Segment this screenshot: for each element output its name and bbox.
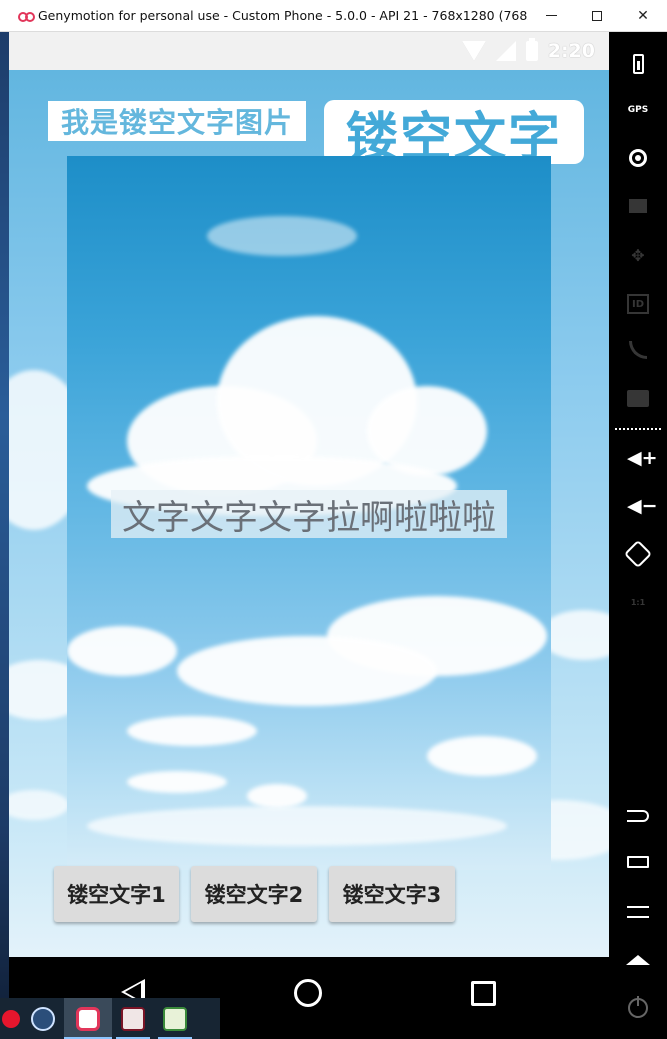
rotate-button[interactable] — [609, 534, 667, 574]
webcam-widget-button[interactable] — [609, 138, 667, 178]
wifi-icon — [462, 41, 486, 61]
menu-button[interactable] — [609, 892, 667, 932]
picture-caption: 文字文字文字拉啊啦啦啦 — [111, 490, 507, 538]
scale-icon: 1:1 — [630, 597, 646, 607]
close-icon: ✕ — [637, 7, 649, 24]
back-icon — [627, 810, 649, 822]
device-screen: 2:20 我是镂空文字图片 镂空文字 文字文字文字拉啊啦啦啦 镂空文字1 镂空文… — [9, 32, 609, 957]
volume-down-button[interactable]: ◀− — [609, 486, 667, 526]
taskbar-notepad-app[interactable] — [154, 998, 196, 1039]
gps-icon: GPS — [627, 104, 649, 115]
id-card-icon: ID — [627, 294, 649, 314]
home-icon — [626, 955, 650, 965]
back-button[interactable] — [609, 796, 667, 836]
notepad-icon — [163, 1006, 187, 1031]
genymotion-toolbar: GPS ✥ ID ◀+ ◀− 1:1 — [609, 32, 667, 1039]
window-title: Genymotion for personal use - Custom Pho… — [38, 8, 528, 23]
maximize-icon — [592, 10, 602, 21]
minimize-button[interactable] — [528, 0, 574, 32]
desktop-background — [0, 0, 9, 1039]
recent-apps-button[interactable] — [609, 842, 667, 882]
status-time: 2:20 — [547, 40, 595, 62]
genymotion-logo-icon — [18, 11, 35, 22]
hollow-text-title: 镂空文字 — [324, 100, 584, 164]
taskbar-rose-app[interactable] — [112, 998, 154, 1039]
clapperboard-icon — [629, 199, 647, 213]
battery-widget-button[interactable] — [609, 44, 667, 84]
windows-taskbar — [0, 998, 220, 1039]
hollow-text-1-button[interactable]: 镂空文字1 — [54, 866, 179, 922]
signal-icon — [495, 41, 516, 61]
toolbar-divider — [615, 428, 661, 430]
maximize-button[interactable] — [574, 0, 620, 32]
minimize-icon — [545, 15, 557, 16]
taskbar-tree-app[interactable] — [22, 998, 64, 1039]
menu-icon — [627, 906, 649, 918]
window-title-bar: Genymotion for personal use - Custom Pho… — [0, 0, 667, 32]
pixel-perfect-button[interactable]: 1:1 — [609, 582, 667, 622]
message-icon — [627, 389, 649, 407]
taskbar-genymotion-app[interactable] — [64, 998, 112, 1039]
webcam-icon — [629, 149, 647, 167]
sms-widget-button[interactable] — [609, 378, 667, 418]
identifiers-widget-button[interactable]: ID — [609, 284, 667, 324]
nav-home-icon[interactable] — [294, 979, 322, 1007]
battery-icon — [525, 38, 538, 61]
nav-recent-apps-icon[interactable] — [471, 981, 496, 1006]
hollow-text-2-button[interactable]: 镂空文字2 — [191, 866, 317, 922]
hollow-text-3-button[interactable]: 镂空文字3 — [329, 866, 455, 922]
network-icon — [629, 341, 647, 359]
capture-widget-button[interactable] — [609, 186, 667, 226]
hollow-text-label-image: 我是镂空文字图片 — [48, 101, 306, 141]
volume-up-button[interactable]: ◀+ — [609, 438, 667, 478]
home-button[interactable] — [609, 940, 667, 980]
volume-up-icon: ◀+ — [627, 447, 658, 469]
close-button[interactable]: ✕ — [620, 0, 666, 32]
move-arrows-icon: ✥ — [631, 246, 645, 265]
network-widget-button[interactable] — [609, 330, 667, 370]
power-icon — [628, 996, 648, 1018]
rotate-icon — [623, 539, 653, 569]
taskbar-weibo-app[interactable] — [0, 998, 22, 1039]
tree-icon — [31, 1006, 55, 1031]
gps-widget-button[interactable]: GPS — [609, 90, 667, 130]
battery-icon — [632, 54, 644, 74]
volume-down-icon: ◀− — [627, 495, 658, 517]
rose-icon — [121, 1006, 145, 1031]
weibo-icon — [2, 1009, 20, 1028]
power-button[interactable] — [609, 988, 667, 1028]
recent-apps-icon — [627, 856, 649, 868]
status-bar: 2:20 — [9, 32, 609, 70]
remote-control-button[interactable]: ✥ — [609, 236, 667, 276]
genymotion-icon — [76, 1006, 100, 1031]
